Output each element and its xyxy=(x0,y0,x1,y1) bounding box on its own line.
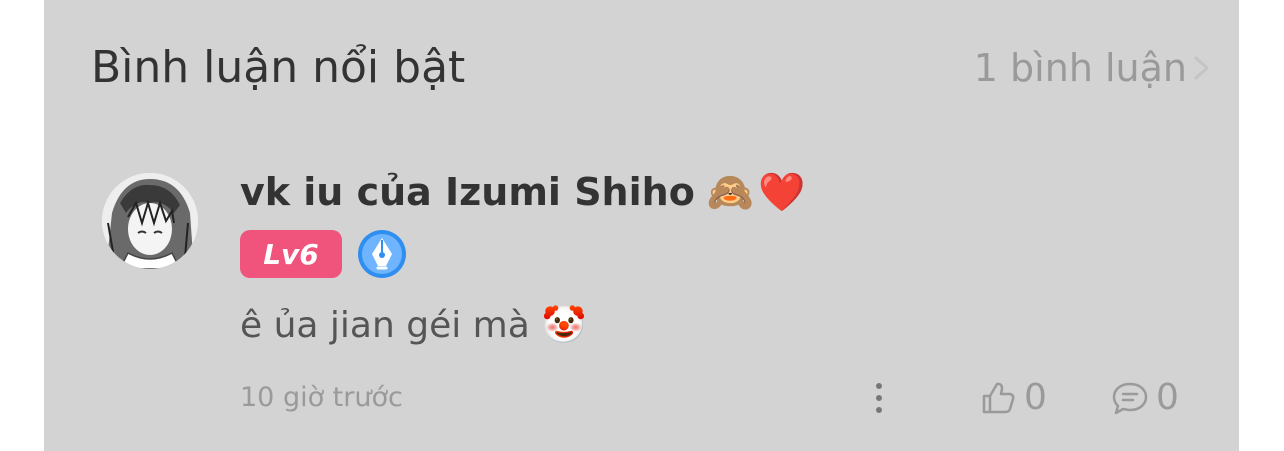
section-title: Bình luận nổi bật xyxy=(91,42,466,93)
comment-bubble-icon xyxy=(1110,378,1150,418)
comment-count-link[interactable]: 1 bình luận xyxy=(974,42,1211,94)
comment-body: ê ủa jian géi mà 🤡 xyxy=(240,300,587,352)
comment-timestamp: 10 giờ trước xyxy=(240,382,403,413)
avatar[interactable] xyxy=(102,173,198,269)
clown-face-icon: 🤡 xyxy=(541,305,587,346)
see-no-evil-monkey-icon: 🙈 xyxy=(706,170,755,214)
like-button[interactable]: 0 xyxy=(978,374,1047,422)
comment-author[interactable]: vk iu của Izumi Shiho 🙈 ❤️ xyxy=(240,166,805,218)
pen-nib-badge-icon xyxy=(356,228,408,280)
comments-panel: Bình luận nổi bật 1 bình luận vk iu của … xyxy=(44,0,1239,451)
red-heart-icon: ❤️ xyxy=(758,170,806,214)
chevron-right-icon xyxy=(1193,42,1211,94)
like-count: 0 xyxy=(1024,377,1047,418)
comment-count-label: 1 bình luận xyxy=(973,46,1187,90)
reply-button[interactable]: 0 xyxy=(1110,374,1179,422)
comment-text: ê ủa jian géi mà xyxy=(240,305,530,346)
more-vertical-icon xyxy=(876,383,882,413)
more-options-button[interactable] xyxy=(864,380,894,416)
thumbs-up-icon xyxy=(978,378,1018,418)
reply-count: 0 xyxy=(1156,377,1179,418)
username-text: vk iu của Izumi Shiho xyxy=(240,170,695,214)
level-badge: Lv6 xyxy=(240,230,342,278)
